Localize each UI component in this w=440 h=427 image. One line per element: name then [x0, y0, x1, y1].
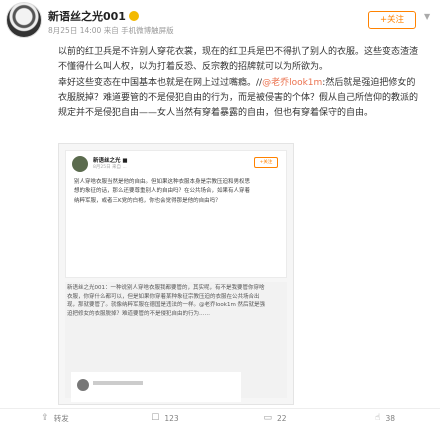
- embedded-post-text: 别人穿啥衣服当然是他的自由。但如果这种衣服本身是宗教压迫和男权思想的象征的话，那…: [74, 179, 251, 204]
- username-text[interactable]: 新语丝之光001: [48, 10, 126, 23]
- embedded-repost-card: 新语丝之光001：一种说别人穿啥衣服我都要管的，其实呢，有不是我要管你穿啥衣服，…: [65, 282, 287, 402]
- embedded-follow-button: +关注: [254, 157, 278, 168]
- post-paragraph: 幸好这些变态在中国基本也就是在网上过过嘴瘾。//@老乔look1m:然后就是强迫…: [58, 76, 420, 121]
- embedded-username: 新语丝之光 ■: [93, 158, 128, 164]
- embedded-inner-name-placeholder: [93, 381, 143, 385]
- comment-button[interactable]: ☐ 123: [110, 409, 220, 427]
- embedded-inner-card: [71, 372, 241, 402]
- embedded-avatar: [72, 156, 88, 172]
- vip-badge-icon: [128, 11, 139, 21]
- follow-button[interactable]: +关注: [368, 11, 416, 29]
- post-image[interactable]: 新语丝之光 ■ 8月25日 来自 ... +关注 别人穿啥衣服当然是他的自由。但…: [58, 143, 294, 405]
- thumbs-up-icon: ☝: [374, 412, 381, 423]
- share-button[interactable]: ⇪ 转发: [0, 409, 110, 427]
- action-bar: ⇪ 转发 ☐ 123 ▭ 22 ☝ 38: [0, 408, 440, 427]
- repost-count: 22: [276, 413, 287, 423]
- like-button[interactable]: ☝ 38: [330, 409, 440, 427]
- username[interactable]: 新语丝之光001: [48, 8, 139, 24]
- embedded-repost-text: 新语丝之光001：一种说别人穿啥衣服我都要管的，其实呢，有不是我要管你穿啥衣服，…: [67, 285, 266, 317]
- weibo-post: 新语丝之光001 8月25日 14:00 来自 手机微博触屏版 +关注 ▼ 以前…: [0, 0, 440, 426]
- share-icon: ⇪: [41, 412, 49, 423]
- post-meta: 8月25日 14:00 来自 手机微博触屏版: [48, 26, 174, 35]
- comment-count: 123: [164, 413, 179, 423]
- post-text: 以前的红卫兵是不许别人穿花衣裳，现在的红卫兵是巴不得扒了别人的衣服。这些变态渣渣…: [58, 45, 420, 122]
- embedded-inner-avatar: [77, 379, 89, 391]
- like-count: 38: [385, 413, 396, 423]
- post-paragraph: 以前的红卫兵是不许别人穿花衣裳，现在的红卫兵是巴不得扒了别人的衣服。这些变态渣渣…: [58, 47, 419, 72]
- user-mention-link[interactable]: @老乔look1m: [262, 78, 322, 88]
- post-paragraph-text: 幸好这些变态在中国基本也就是在网上过过嘴瘾。//: [58, 78, 263, 88]
- user-avatar[interactable]: [6, 2, 42, 38]
- embedded-meta: 8月25日 来自 ...: [93, 165, 127, 170]
- repost-button[interactable]: ▭ 22: [220, 409, 330, 427]
- share-label: 转发: [53, 413, 69, 423]
- chevron-down-icon[interactable]: ▼: [424, 12, 434, 22]
- comment-icon: ☐: [151, 412, 160, 423]
- embedded-post-card: 新语丝之光 ■ 8月25日 来自 ... +关注 别人穿啥衣服当然是他的自由。但…: [65, 150, 287, 278]
- repost-icon: ▭: [263, 412, 272, 423]
